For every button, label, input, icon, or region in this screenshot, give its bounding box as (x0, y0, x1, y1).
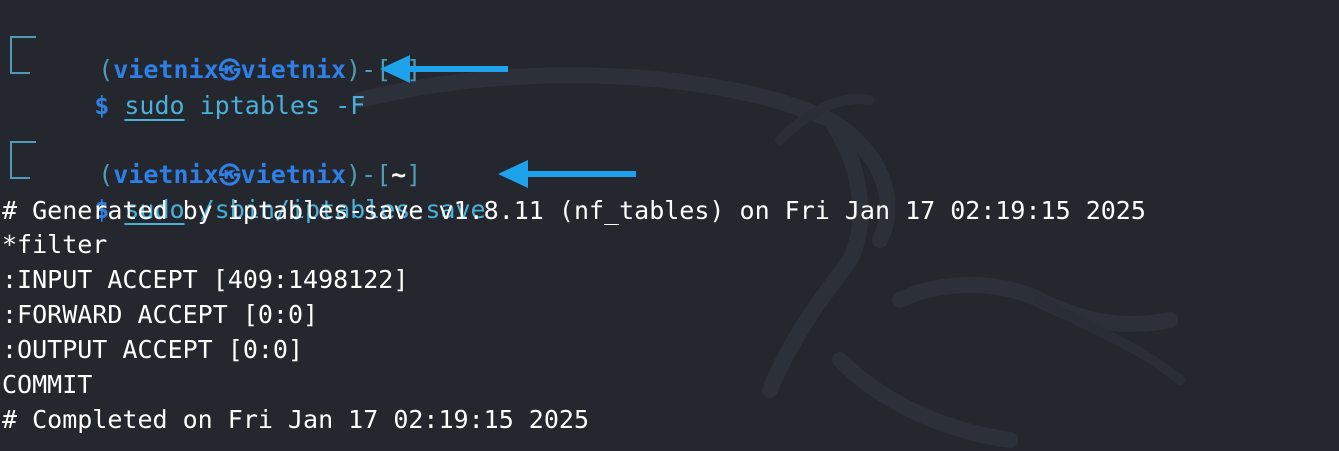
prompt-frame-top (10, 141, 36, 143)
command-line-2[interactable]: $ sudo /sbin/iptables-save (34, 159, 485, 224)
prompt-dollar: $ (94, 91, 110, 120)
prompt-frame-vbar (10, 36, 12, 73)
prompt-frame-top (10, 36, 36, 38)
command-sudo: sudo (124, 91, 185, 120)
prompt-frame-vbar (10, 141, 12, 178)
prompt-frame-bottom (10, 177, 30, 179)
prompt-line-1: (vietnix㉿vietnix)-[~] (38, 19, 421, 84)
output-line: # Generated by iptables-save v1.8.11 (nf… (2, 196, 1146, 225)
terminal-window[interactable]: (vietnix㉿vietnix)-[~] $ sudo iptables -F… (0, 0, 1339, 451)
output-line: :OUTPUT ACCEPT [0:0] (2, 335, 304, 364)
output-line: :INPUT ACCEPT [409:1498122] (2, 265, 409, 294)
prompt-line-2: (vietnix㉿vietnix)-[~] (38, 124, 421, 189)
output-line: COMMIT (2, 370, 93, 399)
prompt-frame-bottom (10, 72, 30, 74)
command-line-1[interactable]: $ sudo iptables -F (34, 55, 365, 120)
command-text: iptables -F (184, 91, 366, 120)
arrow-icon (498, 160, 636, 188)
output-line: *filter (2, 230, 108, 259)
output-line: # Completed on Fri Jan 17 02:19:15 2025 (2, 405, 589, 434)
output-line: :FORWARD ACCEPT [0:0] (2, 300, 319, 329)
arrow-icon (380, 55, 508, 83)
